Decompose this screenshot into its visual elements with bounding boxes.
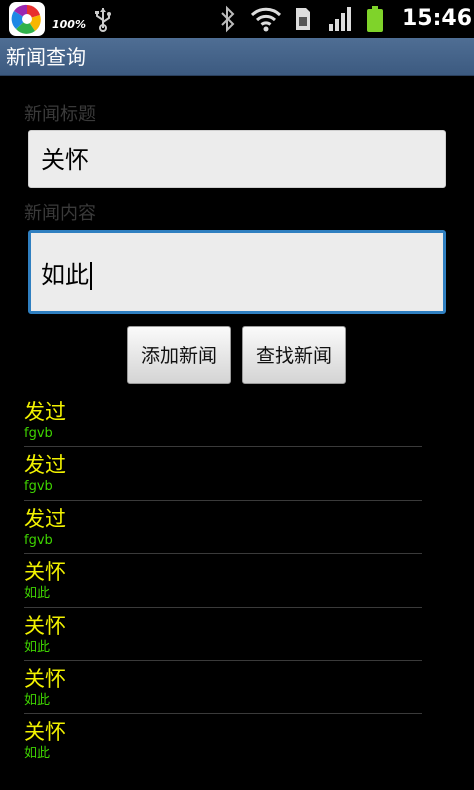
news-item-content: 如此 (24, 639, 51, 655)
wifi-icon (250, 7, 282, 32)
sim-icon (296, 8, 310, 30)
list-item[interactable]: 关怀 如此 (24, 554, 422, 608)
news-item-title: 发过 (24, 400, 66, 424)
news-item-title: 关怀 (24, 666, 66, 691)
bluetooth-icon (221, 5, 235, 33)
news-item-content: fgvb (24, 532, 53, 548)
news-list: 发过 fgvb 发过 fgvb 发过 fgvb 关怀 如此 关怀 如此 关怀 如… (24, 394, 422, 768)
text-caret (90, 262, 92, 290)
app-launcher-icon (9, 2, 45, 36)
list-item[interactable]: 发过 fgvb (24, 501, 422, 555)
news-item-title: 关怀 (24, 720, 66, 745)
news-item-content: fgvb (24, 479, 53, 495)
title-bar: 新闻查询 (0, 38, 474, 76)
add-news-button[interactable]: 添加新闻 (127, 326, 231, 384)
status-clock: 15:46 (402, 6, 473, 31)
news-content-input[interactable]: 如此 (28, 230, 446, 314)
news-item-content: fgvb (24, 426, 53, 441)
battery-percent: 100% (52, 18, 86, 31)
news-content-input-value: 如此 (41, 261, 89, 289)
news-item-title: 关怀 (24, 613, 66, 638)
news-item-content: 如此 (24, 746, 51, 762)
news-content-label: 新闻内容 (24, 203, 96, 224)
news-item-content: 如此 (24, 692, 51, 708)
signal-icon (329, 7, 351, 31)
list-item[interactable]: 发过 fgvb (24, 447, 422, 501)
news-item-title: 关怀 (24, 560, 66, 585)
usb-icon (95, 8, 111, 32)
list-item[interactable]: 发过 fgvb (24, 394, 422, 448)
find-news-button[interactable]: 查找新闻 (242, 326, 346, 384)
list-item[interactable]: 关怀 如此 (24, 714, 422, 767)
page-title: 新闻查询 (6, 45, 86, 69)
news-title-input-value: 关怀 (41, 146, 89, 174)
news-item-content: 如此 (24, 586, 51, 602)
list-item[interactable]: 关怀 如此 (24, 661, 422, 715)
battery-icon (367, 6, 383, 32)
status-bar: 100% 15:46 (0, 0, 474, 38)
news-title-label: 新闻标题 (24, 104, 96, 125)
list-item[interactable]: 关怀 如此 (24, 608, 422, 661)
news-item-title: 发过 (24, 506, 66, 531)
news-title-input[interactable]: 关怀 (28, 130, 446, 188)
news-item-title: 发过 (24, 453, 66, 478)
